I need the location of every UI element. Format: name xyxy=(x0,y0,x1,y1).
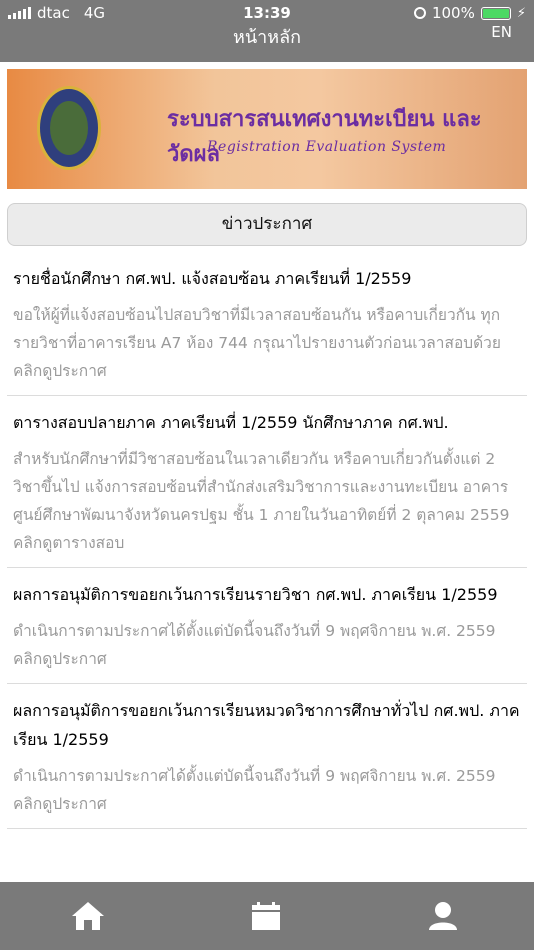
user-icon xyxy=(429,902,457,930)
page-title: หน้าหลัก xyxy=(232,27,302,48)
battery-icon xyxy=(480,6,511,20)
tab-bar xyxy=(0,882,534,950)
home-tab[interactable] xyxy=(68,900,108,932)
news-list: รายชื่อนักศึกษา กศ.พป. แจ้งสอบซ้อน ภาคเร… xyxy=(7,252,527,829)
news-title: ผลการอนุมัติการขอยกเว้นการเรียนรายวิชา ก… xyxy=(13,585,498,604)
calendar-icon xyxy=(252,902,280,930)
news-title: ตารางสอบปลายภาค ภาคเรียนที่ 1/2559 นักศึ… xyxy=(13,413,449,432)
profile-tab[interactable] xyxy=(423,900,463,932)
charging-icon: ⚡ xyxy=(516,5,526,21)
calendar-tab[interactable] xyxy=(246,900,286,932)
news-desc: ขอให้ผู้ที่แจ้งสอบซ้อนไปสอบวิชาที่มีเวลา… xyxy=(13,306,501,380)
news-item[interactable]: ผลการอนุมัติการขอยกเว้นการเรียนหมวดวิชาก… xyxy=(7,696,527,829)
news-title: รายชื่อนักศึกษา กศ.พป. แจ้งสอบซ้อน ภาคเร… xyxy=(13,269,412,288)
news-item[interactable]: รายชื่อนักศึกษา กศ.พป. แจ้งสอบซ้อน ภาคเร… xyxy=(7,264,527,396)
home-icon xyxy=(72,902,104,930)
news-button[interactable]: ข่าวประกาศ xyxy=(7,203,527,246)
battery-percent: 100% xyxy=(431,4,475,22)
news-item[interactable]: ผลการอนุมัติการขอยกเว้นการเรียนรายวิชา ก… xyxy=(7,580,527,684)
rotation-lock-icon xyxy=(413,7,426,19)
top-bar: dtac 4G 13:39 100% ⚡ หน้าหลัก EN xyxy=(0,0,534,62)
news-desc: ดำเนินการตามประกาศได้ตั้งแต่บัดนี้จนถึงว… xyxy=(13,767,496,813)
status-bar: dtac 4G 13:39 100% ⚡ xyxy=(0,4,534,22)
news-desc: สำหรับนักศึกษาที่มีวิชาสอบซ้อนในเวลาเดีย… xyxy=(13,450,510,552)
banner-title: ระบบสารสนเทศงานทะเบียน และวัดผล xyxy=(167,106,482,167)
system-banner: ระบบสารสนเทศงานทะเบียน และวัดผล Registra… xyxy=(7,69,527,189)
university-seal-icon xyxy=(37,86,101,170)
banner-subtitle: Registration Evaluation System xyxy=(207,139,447,155)
news-title: ผลการอนุมัติการขอยกเว้นการเรียนหมวดวิชาก… xyxy=(13,701,520,749)
language-toggle[interactable]: EN xyxy=(491,23,512,41)
news-item[interactable]: ตารางสอบปลายภาค ภาคเรียนที่ 1/2559 นักศึ… xyxy=(7,408,527,568)
news-desc: ดำเนินการตามประกาศได้ตั้งแต่บัดนี้จนถึงว… xyxy=(13,622,496,668)
